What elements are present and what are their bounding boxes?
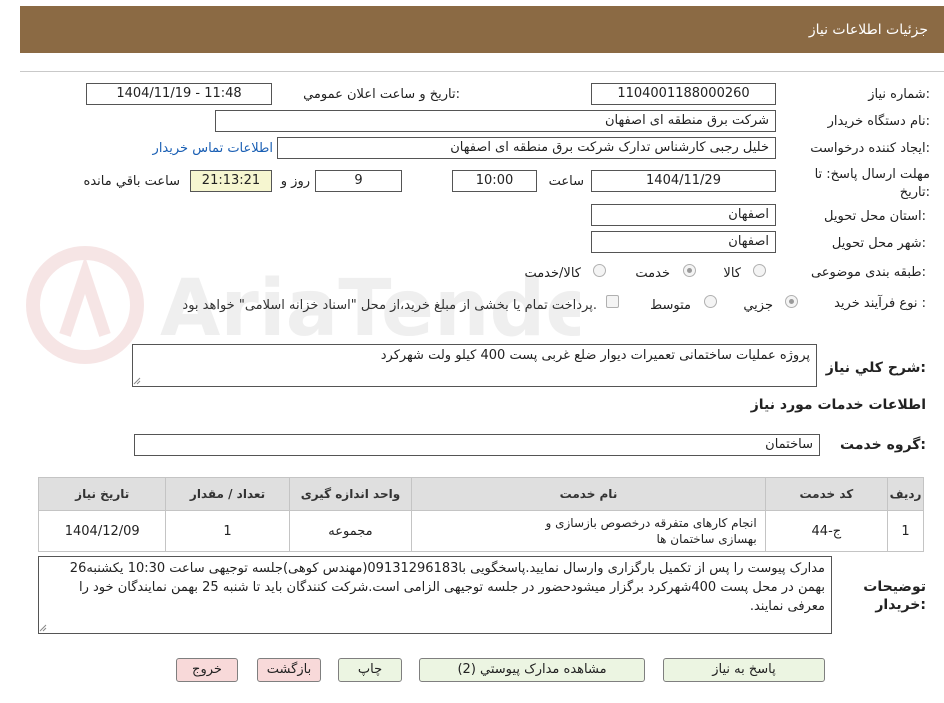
table-row: 1404/12/09 1 مجموعه انجام کارهای متفرقه … [37, 510, 924, 552]
summary-field: پروژه عملیات ساختمانی تعمیرات دیوار ضلع … [132, 344, 817, 387]
deadline-time-label: ساعت [548, 174, 584, 189]
process-radio-minor[interactable] [785, 295, 798, 308]
cell-row-number: 1 [887, 510, 924, 552]
category-option-goods: کالا [723, 266, 741, 281]
column-header-service-code: کد خدمت [764, 477, 889, 511]
process-option-medium: متوسط [650, 298, 691, 313]
column-header-unit: واحد اندازه گیری [288, 477, 413, 511]
view-attachments-button[interactable]: مشاهده مدارک پیوستي (2) [419, 658, 645, 682]
services-section-title: اطلاعات خدمات مورد نیاز [750, 397, 926, 413]
need-number-field: 1104001188000260 [591, 83, 776, 105]
cell-service-code: ج-44 [764, 510, 889, 552]
buyer-field: شرکت برق منطقه ای اصفهان [215, 110, 776, 132]
print-button[interactable]: چاپ [338, 658, 402, 682]
need-number-label: شماره نیاز: [868, 87, 930, 102]
buyer-label: نام دستگاه خریدار: [827, 114, 930, 129]
exit-button[interactable]: خروج [176, 658, 238, 682]
treasury-payment-note: پرداخت تمام یا بخشی از مبلغ خرید،از محل … [182, 298, 597, 313]
column-header-row: ردیف [887, 477, 924, 511]
announce-field: 1404/11/19 - 11:48 [86, 83, 272, 105]
services-table: تاریخ نیاز تعداد / مقدار واحد اندازه گیر… [37, 477, 924, 552]
deadline-time-field: 10:00 [452, 170, 537, 192]
cell-quantity: 1 [165, 510, 290, 552]
category-radio-service[interactable] [683, 264, 696, 277]
announce-label: تاریخ و ساعت اعلان عمومي: [303, 87, 460, 102]
creator-label: ایجاد کننده درخواست: [810, 141, 930, 156]
column-header-service-name: نام خدمت [411, 477, 766, 511]
category-radio-goods-service[interactable] [593, 264, 606, 277]
category-option-goods-service: کالا/خدمت [524, 266, 581, 281]
resize-grip-icon[interactable] [39, 624, 47, 632]
service-group-field: ساختمان [134, 434, 820, 456]
category-radio-goods[interactable] [753, 264, 766, 277]
deadline-date-field: 1404/11/29 [591, 170, 776, 192]
page-title: جزئیات اطلاعات نیاز [808, 21, 928, 38]
back-button[interactable]: بازگشت [257, 658, 321, 682]
resize-grip-icon[interactable] [133, 377, 141, 385]
treasury-payment-checkbox[interactable] [606, 295, 619, 308]
buyer-notes-label: توضیحات خریدار: [863, 579, 926, 613]
cell-unit: مجموعه [288, 510, 413, 552]
process-radio-medium[interactable] [704, 295, 717, 308]
city-label: شهر محل تحویل: [831, 236, 926, 251]
page-header: جزئیات اطلاعات نیاز [20, 6, 944, 53]
cell-need-date: 1404/12/09 [37, 510, 167, 552]
cell-service-name: انجام کارهای متفرقه درخصوص بازسازی و بهس… [411, 510, 766, 552]
reply-button[interactable]: پاسخ به نیاز [663, 658, 825, 682]
province-label: استان محل تحویل: [824, 209, 926, 224]
remaining-time-field: 21:13:21 [190, 170, 272, 192]
column-header-quantity: تعداد / مقدار [165, 477, 290, 511]
buyer-notes-field: مدارک پیوست را پس از تکمیل بارگزاری وارس… [38, 556, 832, 634]
buyer-contact-link[interactable]: اطلاعات تماس خریدار [153, 141, 273, 156]
process-option-minor: جزيي [743, 298, 773, 313]
deadline-label: مهلت ارسال پاسخ: تا تاریخ: [814, 167, 930, 200]
summary-label: شرح کلي نیاز: [825, 360, 926, 376]
category-option-service: خدمت [635, 266, 670, 281]
header-divider [20, 71, 944, 72]
service-group-label: گروه خدمت: [840, 437, 926, 453]
table-header-row: تاریخ نیاز تعداد / مقدار واحد اندازه گیر… [37, 477, 924, 511]
column-header-date: تاریخ نیاز [37, 477, 167, 511]
days-field: 9 [315, 170, 402, 192]
days-label: روز و [280, 174, 310, 189]
province-field: اصفهان [591, 204, 776, 226]
city-field: اصفهان [591, 231, 776, 253]
creator-field: خلیل رجبی کارشناس تدارک شرکت برق منطقه ا… [277, 137, 776, 159]
process-label: نوع فرآیند خرید : [834, 296, 926, 311]
category-label: طبقه بندی موضوعی: [810, 265, 926, 280]
remaining-time-label: ساعت باقي مانده [83, 174, 180, 189]
